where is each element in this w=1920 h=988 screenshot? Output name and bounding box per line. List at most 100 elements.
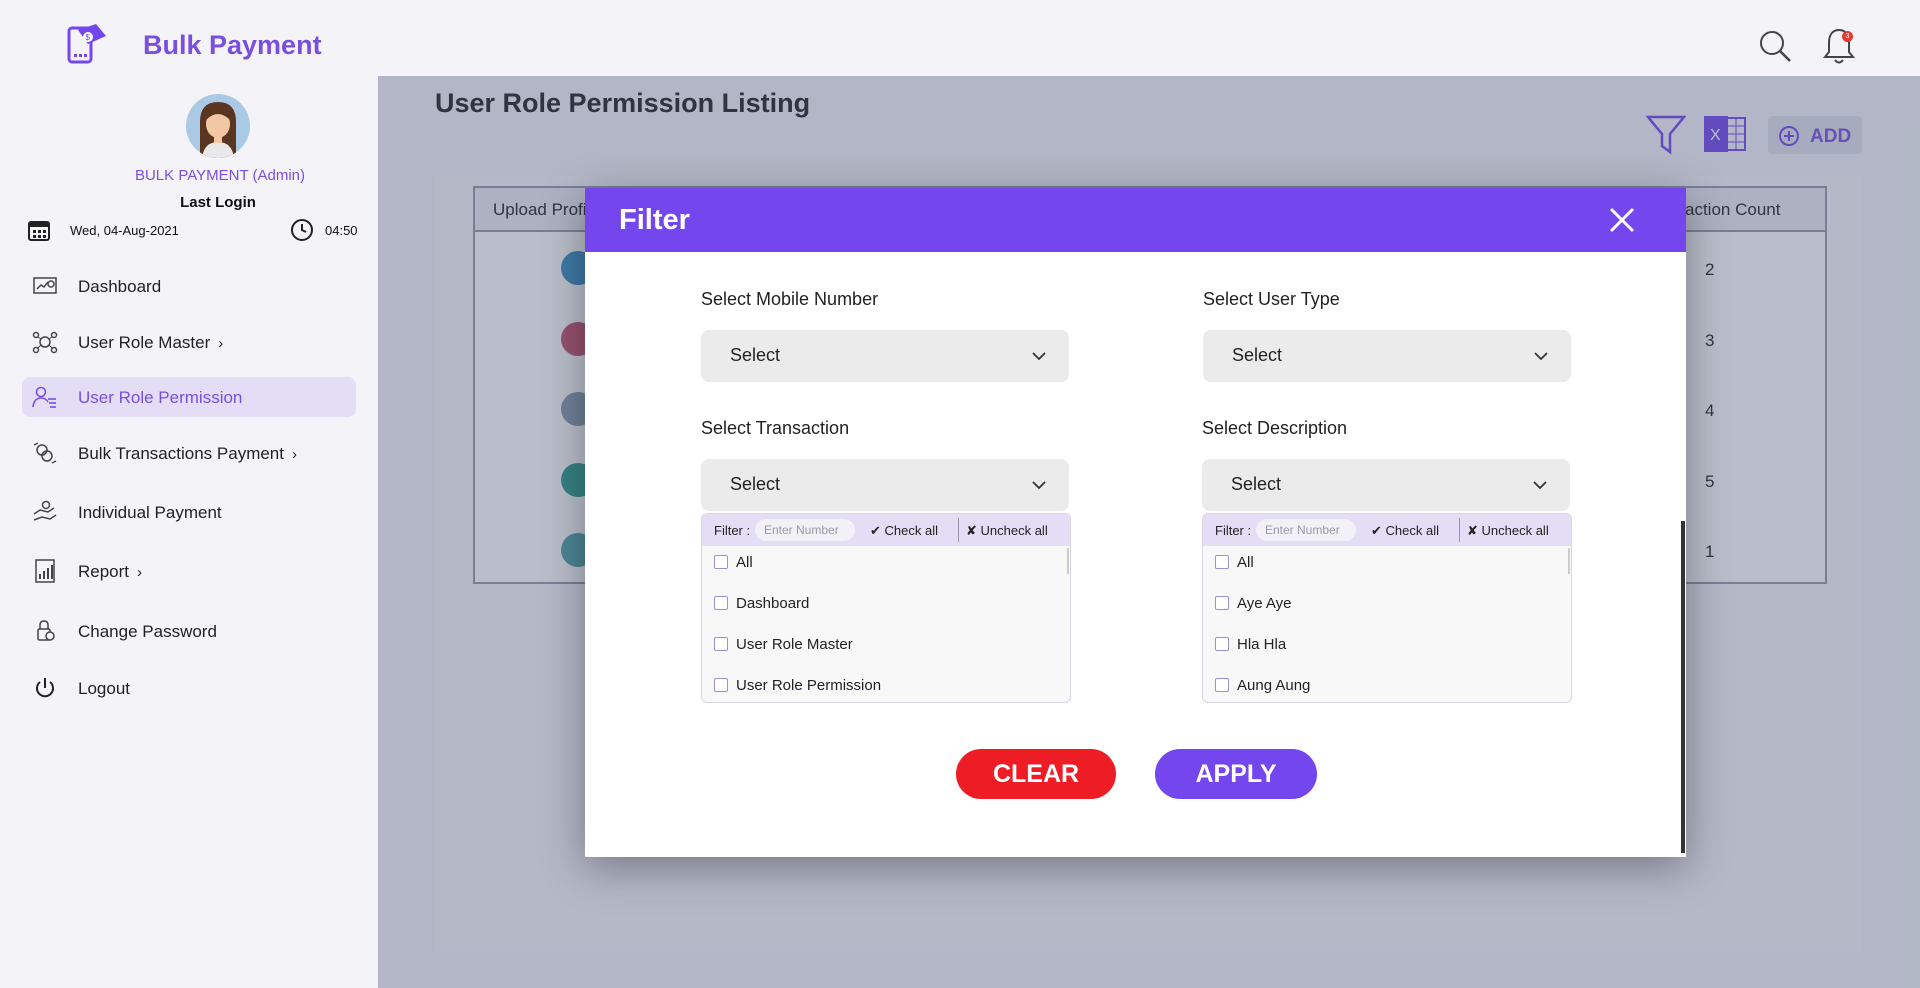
transaction-dropdown: Filter : ✔ Check all ✘ Uncheck all All D… bbox=[701, 513, 1071, 703]
dropdown-scrollbar[interactable] bbox=[1067, 548, 1069, 574]
transaction-option[interactable]: User Role Master bbox=[714, 631, 853, 657]
transaction-filter-input[interactable] bbox=[755, 519, 855, 541]
logout-icon bbox=[36, 678, 54, 698]
avatar-portrait-icon bbox=[200, 102, 236, 158]
app-title: Bulk Payment bbox=[143, 30, 322, 60]
sidebar-item-dashboard[interactable]: Dashboard bbox=[22, 266, 356, 306]
chevron-up-icon bbox=[1533, 481, 1547, 490]
divider bbox=[1459, 518, 1460, 542]
check-all-button[interactable]: ✔ Check all bbox=[1371, 523, 1439, 539]
apply-button[interactable]: APPLY bbox=[1155, 749, 1317, 799]
clear-button[interactable]: CLEAR bbox=[956, 749, 1116, 799]
option-label: All bbox=[736, 553, 753, 571]
description-option[interactable]: Aye Aye bbox=[1215, 590, 1292, 616]
filter-modal: Filter Select Mobile Number Select Selec… bbox=[585, 188, 1686, 857]
user-type-select[interactable]: Select bbox=[1203, 330, 1571, 382]
chevron-down-icon bbox=[1032, 352, 1046, 361]
sidebar-item-label: Report bbox=[78, 562, 130, 581]
mobile-number-select[interactable]: Select bbox=[701, 330, 1069, 382]
change-password-icon bbox=[37, 620, 55, 641]
transaction-option[interactable]: User Role Permission bbox=[714, 672, 881, 698]
last-login-date: Wed, 04-Aug-2021 bbox=[70, 223, 179, 238]
sidebar-item-change-password[interactable]: Change Password bbox=[22, 611, 356, 651]
bulk-transactions-icon bbox=[33, 442, 57, 464]
checkbox[interactable] bbox=[1215, 596, 1229, 610]
option-label: Hla Hla bbox=[1237, 635, 1287, 653]
select-value: Select bbox=[730, 345, 781, 365]
option-label: Aye Aye bbox=[1237, 594, 1292, 612]
notification-badge: 3 bbox=[1842, 31, 1853, 42]
divider bbox=[958, 518, 959, 542]
option-label: User Role Master bbox=[736, 635, 853, 653]
sidebar-item-label: Bulk Transactions Payment bbox=[78, 444, 284, 463]
svg-text:$: $ bbox=[86, 33, 91, 42]
sidebar-item-logout[interactable]: Logout bbox=[22, 668, 356, 708]
sidebar-item-report[interactable]: Report › bbox=[22, 551, 356, 591]
select-value: Select bbox=[730, 474, 781, 494]
dropdown-filter-label: Filter : bbox=[714, 523, 751, 538]
sidebar-item-label: Logout bbox=[78, 679, 130, 698]
checkbox[interactable] bbox=[714, 637, 728, 651]
option-label: All bbox=[1237, 553, 1254, 571]
sidebar: BULK PAYMENT (Admin) Last Login Wed, 04-… bbox=[0, 76, 378, 988]
transaction-option[interactable]: Dashboard bbox=[714, 590, 809, 616]
user-name: BULK PAYMENT (Admin) bbox=[134, 167, 306, 184]
user-avatar[interactable] bbox=[186, 94, 250, 158]
description-option[interactable]: Aung Aung bbox=[1215, 672, 1310, 698]
transaction-select[interactable]: Select bbox=[701, 459, 1069, 511]
search-icon[interactable] bbox=[1757, 28, 1793, 64]
sidebar-item-bulk-transactions-payment[interactable]: Bulk Transactions Payment › bbox=[22, 433, 356, 473]
sidebar-item-label: Dashboard bbox=[78, 277, 162, 296]
dropdown-filter-label: Filter : bbox=[1215, 523, 1252, 538]
checkbox[interactable] bbox=[1215, 637, 1229, 651]
check-all-label: Check all bbox=[1385, 523, 1439, 538]
sidebar-item-user-role-master[interactable]: User Role Master › bbox=[22, 322, 356, 362]
description-dropdown: Filter : ✔ Check all ✘ Uncheck all All A… bbox=[1202, 513, 1572, 703]
checkbox[interactable] bbox=[714, 596, 728, 610]
sidebar-item-individual-payment[interactable]: Individual Payment bbox=[22, 492, 356, 532]
transaction-label: Select Transaction bbox=[701, 418, 850, 438]
modal-title: Filter bbox=[619, 204, 690, 236]
dashboard-icon bbox=[33, 277, 57, 294]
description-option[interactable]: Hla Hla bbox=[1215, 631, 1286, 657]
checkbox[interactable] bbox=[714, 555, 728, 569]
calendar-icon bbox=[28, 221, 50, 241]
checkbox[interactable] bbox=[1215, 555, 1229, 569]
chevron-up-icon bbox=[1032, 481, 1046, 490]
checkbox[interactable] bbox=[1215, 678, 1229, 692]
top-bar: $ Bulk Payment 3 bbox=[0, 0, 1920, 76]
dropdown-scrollbar[interactable] bbox=[1568, 548, 1570, 574]
close-icon[interactable] bbox=[1606, 204, 1638, 236]
description-option[interactable]: All bbox=[1215, 549, 1254, 575]
sidebar-item-user-role-permission[interactable]: User Role Permission bbox=[22, 377, 356, 417]
description-filter-input[interactable] bbox=[1256, 519, 1356, 541]
dropdown-toolbar: Filter : ✔ Check all ✘ Uncheck all bbox=[1203, 514, 1571, 546]
chevron-right-icon: › bbox=[218, 335, 224, 352]
checkbox[interactable] bbox=[714, 678, 728, 692]
description-label: Select Description bbox=[1202, 418, 1348, 438]
chevron-right-icon: › bbox=[291, 446, 297, 463]
chevron-right-icon: › bbox=[137, 564, 143, 581]
check-all-label: Check all bbox=[884, 523, 938, 538]
dropdown-toolbar: Filter : ✔ Check all ✘ Uncheck all bbox=[702, 514, 1070, 546]
last-login-time: 04:50 bbox=[325, 223, 358, 238]
clock-icon bbox=[291, 219, 313, 241]
check-all-button[interactable]: ✔ Check all bbox=[870, 523, 938, 539]
sidebar-item-label: User Role Master bbox=[78, 333, 211, 352]
uncheck-all-label: Uncheck all bbox=[1481, 523, 1549, 538]
modal-scrollbar[interactable] bbox=[1681, 521, 1685, 853]
sidebar-item-label: Individual Payment bbox=[78, 503, 222, 522]
uncheck-all-label: Uncheck all bbox=[980, 523, 1048, 538]
description-select[interactable]: Select bbox=[1202, 459, 1570, 511]
modal-header: Filter bbox=[585, 188, 1686, 252]
uncheck-all-button[interactable]: ✘ Uncheck all bbox=[966, 523, 1048, 539]
app-logo-icon: $ bbox=[67, 24, 106, 64]
uncheck-all-button[interactable]: ✘ Uncheck all bbox=[1467, 523, 1549, 539]
last-login-row: Wed, 04-Aug-2021 04:50 bbox=[28, 217, 363, 243]
option-label: Dashboard bbox=[736, 594, 810, 612]
transaction-option[interactable]: All bbox=[714, 549, 753, 575]
user-type-label: Select User Type bbox=[1203, 289, 1340, 309]
report-icon bbox=[35, 559, 55, 583]
individual-payment-icon bbox=[33, 500, 57, 521]
brand[interactable]: $ Bulk Payment bbox=[66, 22, 322, 66]
